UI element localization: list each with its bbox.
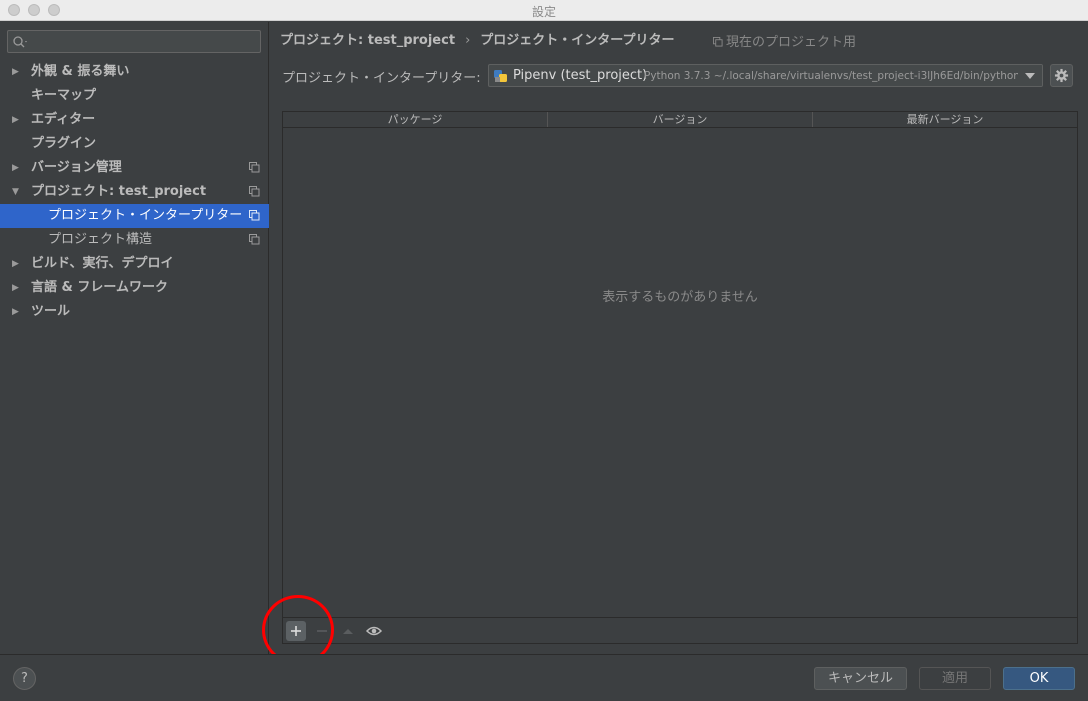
breadcrumb-parent[interactable]: プロジェクト: test_project [280, 33, 455, 48]
column-header-version[interactable]: バージョン [548, 112, 813, 127]
sidebar-item-tools[interactable]: ▶ ツール [0, 300, 269, 324]
sidebar-item-keymap[interactable]: キーマップ [0, 84, 269, 108]
sidebar-item-label: プロジェクト・インタープリター [48, 208, 243, 223]
interpreter-label: プロジェクト・インタープリター: [282, 71, 481, 86]
title-bar: 設定 [0, 0, 1088, 21]
chevron-down-icon [1025, 73, 1035, 79]
sidebar-item-label: プロジェクト: test_project [31, 184, 207, 199]
interpreter-path: Python 3.7.3 ~/.local/share/virtualenvs/… [644, 70, 1020, 82]
project-scope-icon [249, 234, 260, 245]
interpreter-name: Pipenv (test_project) [513, 68, 648, 83]
package-toolbar [283, 617, 1077, 643]
sidebar-item-plugins[interactable]: プラグイン [0, 132, 269, 156]
sidebar-item-label: キーマップ [31, 88, 97, 103]
table-header: パッケージ バージョン 最新バージョン [283, 112, 1077, 128]
breadcrumb-current: プロジェクト・インタープリター [480, 33, 675, 48]
dialog-footer: ? キャンセル 適用 OK [0, 654, 1088, 701]
sidebar-item-label: 言語 & フレームワーク [31, 280, 168, 295]
expand-arrow-icon[interactable]: ▶ [12, 108, 19, 132]
sidebar-item-label: プラグイン [31, 136, 97, 151]
sidebar-item-label: プロジェクト構造 [48, 232, 153, 247]
interpreter-settings-button[interactable] [1050, 64, 1073, 87]
project-scope-icon [249, 210, 260, 221]
search-icon [13, 36, 27, 48]
sidebar-item-build-run-deploy[interactable]: ▶ ビルド、実行、デプロイ [0, 252, 269, 276]
collapse-arrow-icon[interactable]: ▼ [12, 180, 19, 204]
project-scope-icon [249, 162, 260, 173]
empty-table-message: 表示するものがありません [602, 290, 758, 305]
apply-button[interactable]: 適用 [919, 667, 991, 690]
project-scope-icon [713, 37, 723, 47]
sidebar-item-languages-frameworks[interactable]: ▶ 言語 & フレームワーク [0, 276, 269, 300]
sidebar-item-label: ビルド、実行、デプロイ [31, 256, 174, 271]
sidebar-item-label: 外観 & 振る舞い [31, 64, 130, 79]
settings-sidebar: ▶ 外観 & 振る舞い キーマップ ▶ エディター プラグイン ▶ バージョン管… [0, 22, 269, 654]
upgrade-package-button[interactable] [338, 621, 358, 641]
sidebar-item-editor[interactable]: ▶ エディター [0, 108, 269, 132]
expand-arrow-icon[interactable]: ▶ [12, 156, 19, 180]
column-header-package[interactable]: パッケージ [283, 112, 548, 127]
dropdown-arrow[interactable] [1018, 65, 1042, 86]
sidebar-item-label: エディター [31, 112, 96, 127]
sidebar-item-version-control[interactable]: ▶ バージョン管理 [0, 156, 269, 180]
sidebar-item-project-structure[interactable]: プロジェクト構造 [0, 228, 269, 252]
ok-button[interactable]: OK [1003, 667, 1075, 690]
breadcrumb: プロジェクト: test_project › プロジェクト・インタープリター [280, 29, 675, 48]
expand-arrow-icon[interactable]: ▶ [12, 252, 19, 276]
scope-indicator: 現在のプロジェクト用 [713, 31, 856, 50]
help-button[interactable]: ? [13, 667, 36, 690]
cancel-button[interactable]: キャンセル [814, 667, 907, 690]
window-title: 設定 [531, 5, 556, 19]
expand-arrow-icon[interactable]: ▶ [12, 60, 19, 84]
project-scope-icon [249, 186, 260, 197]
package-table: パッケージ バージョン 最新バージョン 表示するものがありません [282, 111, 1078, 644]
settings-search-input[interactable] [7, 30, 261, 53]
sidebar-item-project[interactable]: ▼ プロジェクト: test_project [0, 180, 269, 204]
scope-label: 現在のプロジェクト用 [726, 35, 857, 50]
expand-arrow-icon[interactable]: ▶ [12, 300, 19, 324]
eye-icon [365, 626, 383, 636]
triangle-up-icon [343, 629, 353, 634]
interpreter-select[interactable]: Pipenv (test_project) Python 3.7.3 ~/.lo… [488, 64, 1043, 87]
show-early-releases-button[interactable] [364, 621, 384, 641]
sidebar-item-appearance[interactable]: ▶ 外観 & 振る舞い [0, 60, 269, 84]
sidebar-item-label: バージョン管理 [31, 160, 122, 175]
breadcrumb-separator: › [465, 33, 471, 48]
python-icon [494, 70, 507, 82]
expand-arrow-icon[interactable]: ▶ [12, 276, 19, 300]
gear-icon [1054, 68, 1069, 83]
column-header-latest-version[interactable]: 最新バージョン [813, 112, 1077, 127]
sidebar-item-label: ツール [31, 304, 71, 319]
sidebar-item-project-interpreter[interactable]: プロジェクト・インタープリター [0, 204, 269, 228]
settings-content: プロジェクト: test_project › プロジェクト・インタープリター 現在の… [270, 22, 1088, 654]
